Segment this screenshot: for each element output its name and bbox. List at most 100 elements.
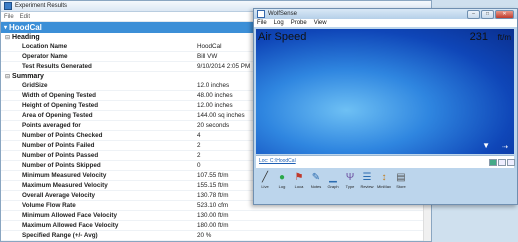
panel-icon[interactable]	[498, 159, 506, 166]
property-name: Number of Points Checked	[22, 132, 103, 139]
maximize-button[interactable]: □	[481, 10, 494, 19]
property-name: Specified Range (+/- Avg)	[22, 232, 98, 239]
collapse-icon[interactable]: ▾	[4, 24, 7, 31]
close-button[interactable]: ✕	[495, 10, 514, 19]
property-value: 12.0 inches	[197, 82, 230, 89]
minimize-button[interactable]: –	[467, 10, 480, 19]
reading-value: 231	[469, 31, 488, 43]
location-link[interactable]: Loc: C:\HoodCal	[259, 158, 296, 164]
property-value: 12.00 inches	[197, 102, 233, 109]
property-value: 155.15 ft/m	[197, 182, 229, 189]
type-icon: Ψ	[345, 171, 355, 183]
app-icon	[4, 2, 12, 10]
toolbar-label: MinMax	[376, 184, 391, 189]
property-value: 144.00 sq inches	[197, 112, 245, 119]
wolfsense-app-icon	[257, 10, 265, 18]
toolbar-label: Log	[278, 184, 286, 189]
log-icon: ●	[278, 171, 286, 183]
property-value: 2	[197, 152, 201, 159]
reading-display: Air Speed 231 ft/m ▼ ⇢	[256, 29, 514, 154]
toolbar-button-graph[interactable]: ▁ Graph	[325, 171, 341, 190]
toolbar-label: Graph	[327, 184, 339, 189]
property-value: HoodCal	[197, 43, 222, 50]
reading-unit: ft/m	[497, 33, 511, 42]
toolbar-label: Type	[345, 184, 355, 189]
property-name: Points averaged for	[22, 122, 81, 129]
property-name: Location Name	[22, 43, 68, 50]
menu-file[interactable]: File	[257, 20, 267, 26]
toolbar-label: Loca	[294, 184, 304, 189]
location-icon: ⚑	[294, 171, 304, 183]
menu-file[interactable]: File	[4, 14, 14, 20]
wolfsense-menu-bar: File Log Probe View	[254, 19, 517, 27]
property-value: 2	[197, 142, 201, 149]
property-name: Maximum Allowed Face Velocity	[22, 222, 119, 229]
tree-root-label: HoodCal	[9, 23, 42, 32]
menu-edit[interactable]: Edit	[20, 14, 30, 20]
property-value: 9/10/2014 2:05 PM	[197, 63, 251, 70]
toolbar-button-type[interactable]: Ψ Type	[342, 171, 358, 190]
live-icon: ╱	[261, 171, 269, 183]
table-row[interactable]: Minimum Allowed Face Velocity 130.00 ft/m	[1, 211, 431, 221]
toolbar-label: Review	[360, 184, 374, 189]
collapse-icon[interactable]: ⊟	[5, 73, 10, 80]
property-value: 4	[197, 132, 201, 139]
wolfsense-title: WolfSense	[268, 11, 297, 17]
property-value: Bill VW	[197, 53, 218, 60]
toolbar-button-store[interactable]: ▤ Store	[393, 171, 409, 190]
property-name: Area of Opening Tested	[22, 112, 93, 119]
property-name: Operator Name	[22, 53, 68, 60]
property-value: 107.55 ft/m	[197, 172, 229, 179]
toolbar-button-review[interactable]: ☰ Review	[359, 171, 375, 190]
property-name: Test Results Generated	[22, 63, 92, 70]
collapse-icon[interactable]: ⊟	[5, 34, 10, 41]
status-indicator-icon	[489, 159, 497, 166]
toolbar-button-log[interactable]: ● Log	[274, 171, 290, 190]
property-name: Number of Points Failed	[22, 142, 95, 149]
notes-icon: ✎	[311, 171, 321, 183]
wolfsense-titlebar: WolfSense – □ ✕	[254, 9, 517, 19]
status-bar: Loc: C:\HoodCal	[256, 155, 515, 168]
graph-icon: ▁	[329, 171, 337, 183]
property-value: 130.00 ft/m	[197, 212, 229, 219]
battery-icon: ⇢	[502, 144, 508, 151]
toolbar-button-notes[interactable]: ✎ Notes	[308, 171, 324, 190]
table-row[interactable]: Specified Range (+/- Avg) 20 %	[1, 231, 431, 241]
panel-icon[interactable]	[507, 159, 515, 166]
property-value: 130.78 ft/m	[197, 192, 229, 199]
menu-log[interactable]: Log	[274, 20, 284, 26]
property-value: 20 seconds	[197, 122, 230, 129]
property-value: 20 %	[197, 232, 212, 239]
table-row[interactable]: Maximum Allowed Face Velocity 180.00 ft/m	[1, 221, 431, 231]
property-name: Overall Average Velocity	[22, 192, 96, 199]
tree-group-label: Heading	[12, 34, 40, 41]
toolbar-button-loca[interactable]: ⚑ Loca	[291, 171, 307, 190]
property-name: Number of Points Skipped	[22, 162, 101, 169]
property-name: Width of Opening Tested	[22, 92, 96, 99]
property-name: Maximum Measured Velocity	[22, 182, 108, 189]
property-name: Minimum Allowed Face Velocity	[22, 212, 117, 219]
window-title: Experiment Results	[15, 3, 68, 9]
store-icon: ▤	[396, 171, 406, 183]
property-name: Minimum Measured Velocity	[22, 172, 107, 179]
property-name: Volume Flow Rate	[22, 202, 76, 209]
wolfsense-window: WolfSense – □ ✕ File Log Probe View Air …	[253, 8, 518, 205]
reading-label: Air Speed	[258, 31, 307, 43]
toolbar-label: Store	[396, 184, 406, 189]
property-value: 48.00 inches	[197, 92, 233, 99]
wireless-icon: ▼	[482, 141, 490, 150]
menu-view[interactable]: View	[314, 20, 327, 26]
toolbar-label: Live	[261, 184, 269, 189]
property-value: 523.10 cfm	[197, 202, 229, 209]
toolbar-button-live[interactable]: ╱ Live	[257, 171, 273, 190]
tree-group-label: Summary	[12, 73, 44, 80]
property-value: 180.00 ft/m	[197, 222, 229, 229]
toolbar-button-minmax[interactable]: ↕ MinMax	[376, 171, 392, 190]
property-value: 0	[197, 162, 201, 169]
property-name: Number of Points Passed	[22, 152, 99, 159]
toolbar-label: Notes	[310, 184, 322, 189]
review-icon: ☰	[362, 171, 372, 183]
menu-probe[interactable]: Probe	[291, 20, 307, 26]
property-name: GridSize	[22, 82, 48, 89]
toolbar: ╱ Live ● Log ⚑ Loca ✎ Notes ▁ Graph Ψ Type ☰ Review ↕ M…	[256, 169, 514, 204]
